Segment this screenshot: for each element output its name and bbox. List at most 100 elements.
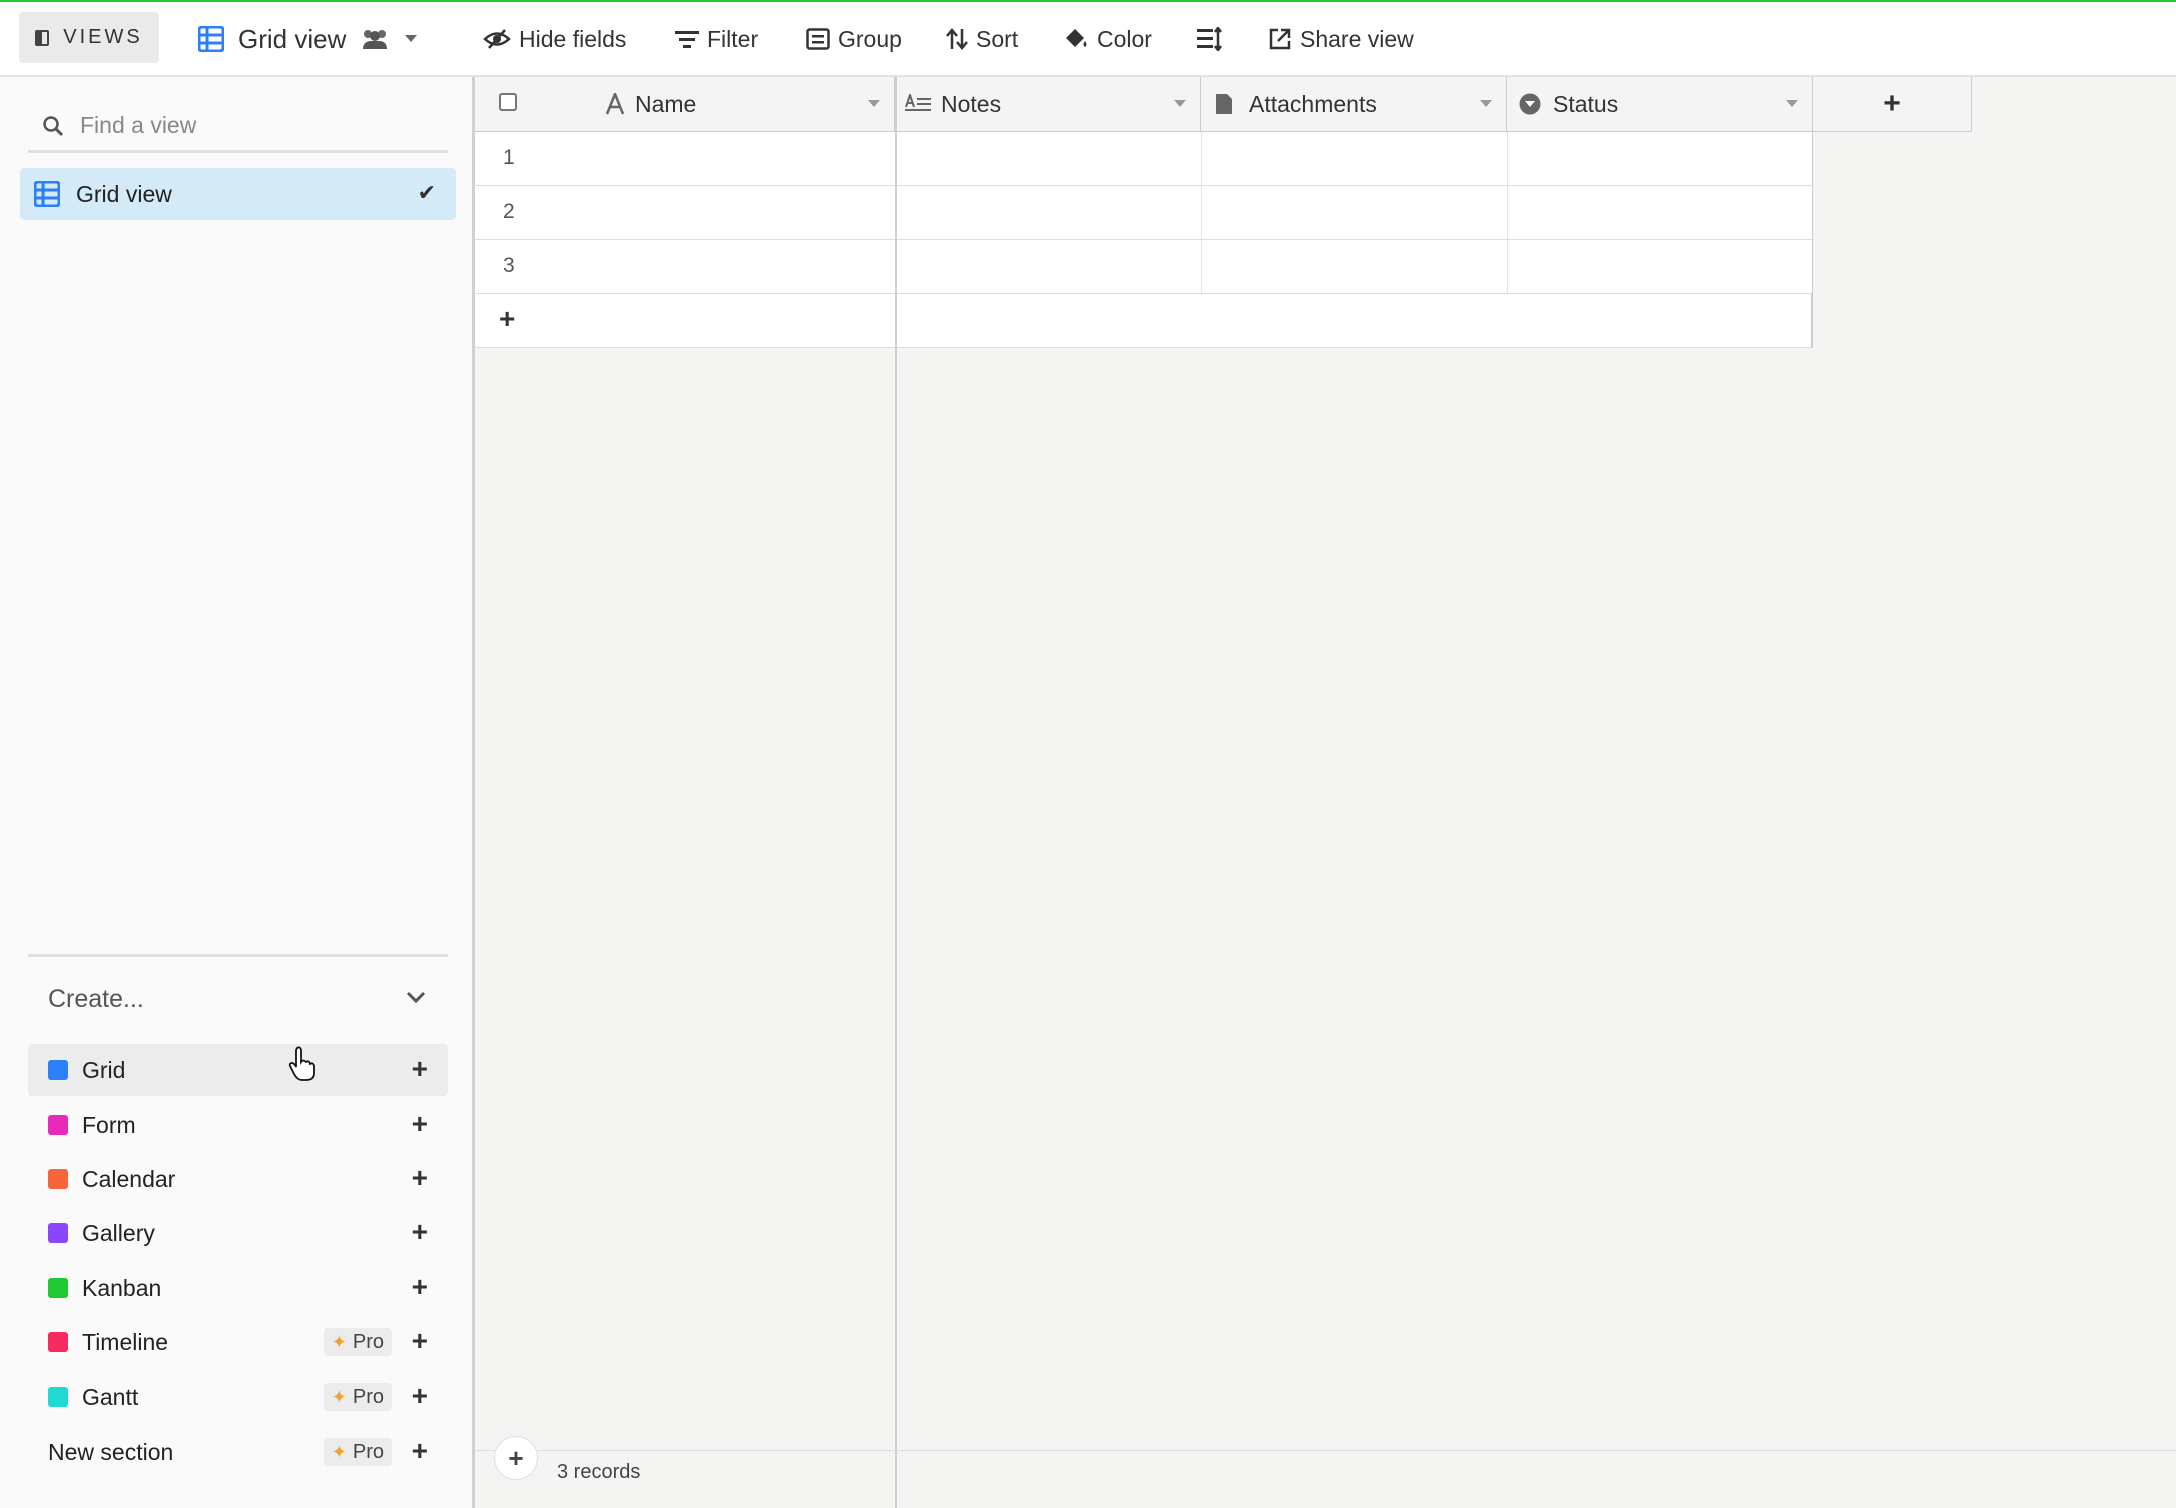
sidebar-toggle-icon: [35, 29, 50, 46]
view-type-label: Grid: [82, 1056, 126, 1083]
row-height-icon: [1197, 27, 1222, 51]
create-form-view[interactable]: Form +: [28, 1099, 448, 1151]
chevron-down-icon[interactable]: [868, 100, 880, 107]
create-new-section[interactable]: New section ✦ Pro +: [28, 1426, 448, 1478]
row-height-button[interactable]: [1197, 14, 1223, 64]
single-select-icon: [1519, 93, 1541, 115]
grid-icon: [48, 1060, 68, 1080]
column-header-status[interactable]: Status: [1507, 77, 1813, 131]
chevron-down-icon: [405, 35, 418, 42]
sort-button[interactable]: Sort: [946, 14, 1018, 64]
table-row[interactable]: 1: [475, 132, 1812, 186]
cell-divider: [1507, 186, 1508, 239]
column-header-attachments[interactable]: Attachments: [1201, 77, 1507, 131]
column-header-notes[interactable]: Notes: [895, 77, 1201, 131]
plus-icon: +: [508, 1442, 524, 1473]
plus-icon[interactable]: +: [412, 1380, 428, 1412]
create-gallery-view[interactable]: Gallery +: [28, 1207, 448, 1259]
frozen-column-divider: [895, 77, 897, 1508]
view-type-label: Calendar: [82, 1165, 176, 1192]
create-kanban-view[interactable]: Kanban +: [28, 1262, 448, 1314]
views-label: VIEWS: [63, 26, 143, 48]
plus-icon[interactable]: +: [412, 1435, 428, 1467]
long-text-icon: [905, 94, 931, 111]
grid-view-icon: [198, 26, 224, 52]
find-view-search[interactable]: Find a view: [28, 101, 448, 153]
pro-badge: ✦ Pro: [323, 1328, 392, 1356]
view-name-dropdown[interactable]: Grid view: [198, 14, 418, 64]
view-type-label: Kanban: [82, 1274, 162, 1301]
hide-fields-button[interactable]: Hide fields: [483, 14, 626, 64]
plus-icon[interactable]: +: [412, 1162, 428, 1194]
view-list-item-grid-view[interactable]: Grid view ✔: [20, 168, 456, 220]
chevron-down-icon[interactable]: [1480, 100, 1492, 107]
column-name-label: Attachments: [1249, 90, 1377, 117]
timeline-icon: [48, 1332, 68, 1352]
chevron-down-icon[interactable]: [404, 985, 428, 1009]
view-type-label: Gallery: [82, 1219, 155, 1246]
plus-icon: +: [1883, 87, 1901, 120]
plus-icon[interactable]: +: [412, 1053, 428, 1085]
sort-label: Sort: [976, 25, 1019, 52]
filter-icon: [675, 31, 699, 48]
cell-divider: [1507, 132, 1508, 185]
create-section-header[interactable]: Create...: [48, 985, 144, 1014]
group-button[interactable]: Group: [806, 14, 902, 64]
share-view-label: Share view: [1300, 25, 1414, 52]
table-row[interactable]: 2: [475, 186, 1812, 240]
grid-right-border: [1812, 132, 1813, 348]
column-name-label: Name: [635, 90, 697, 117]
chevron-down-icon[interactable]: [1174, 100, 1186, 107]
plus-icon[interactable]: +: [412, 1325, 428, 1357]
table-row[interactable]: 3: [475, 240, 1812, 294]
row-number: 2: [503, 200, 515, 223]
summary-bar-divider: [475, 1450, 2176, 1451]
cell-divider: [1507, 240, 1508, 293]
hand-pointer-cursor-icon: [288, 1046, 315, 1081]
view-type-label: New section: [48, 1438, 174, 1465]
create-gantt-view[interactable]: Gantt ✦ Pro +: [28, 1371, 448, 1423]
column-name-label: Status: [1553, 90, 1619, 117]
create-timeline-view[interactable]: Timeline ✦ Pro +: [28, 1316, 448, 1368]
eye-slash-icon: [483, 29, 511, 49]
sparkle-icon: ✦: [331, 1441, 347, 1462]
plus-icon: +: [499, 303, 516, 334]
plus-icon[interactable]: +: [412, 1216, 428, 1248]
add-record-button[interactable]: +: [494, 1436, 538, 1480]
share-external-icon: [1269, 28, 1291, 50]
paint-bucket-icon: [1066, 29, 1087, 47]
add-row-button[interactable]: +: [475, 294, 1812, 348]
cell-divider: [1201, 186, 1202, 239]
color-button[interactable]: Color: [1063, 14, 1152, 64]
gantt-icon: [48, 1387, 68, 1407]
search-icon: [43, 115, 64, 136]
sparkle-icon: ✦: [331, 1331, 347, 1352]
active-view-label: Grid view: [76, 180, 172, 207]
sort-arrows-icon: [946, 28, 968, 50]
column-name-label: Notes: [941, 90, 1002, 117]
view-name: Grid view: [238, 23, 347, 54]
filter-button[interactable]: Filter: [675, 14, 758, 64]
plus-icon[interactable]: +: [412, 1271, 428, 1303]
view-type-label: Form: [82, 1111, 136, 1138]
create-calendar-view[interactable]: Calendar +: [28, 1153, 448, 1205]
gallery-icon: [48, 1223, 68, 1243]
kanban-icon: [48, 1278, 68, 1298]
row-number: 1: [503, 146, 515, 169]
search-input[interactable]: Find a view: [80, 112, 196, 139]
pro-badge: ✦ Pro: [323, 1383, 392, 1411]
select-all-checkbox[interactable]: [499, 93, 517, 111]
document-icon: [1216, 94, 1232, 114]
add-column-button[interactable]: +: [1813, 77, 1972, 131]
plus-icon[interactable]: +: [412, 1108, 428, 1140]
filter-label: Filter: [707, 25, 759, 52]
share-view-button[interactable]: Share view: [1268, 14, 1414, 64]
views-toggle-button[interactable]: VIEWS: [19, 12, 159, 63]
create-grid-view[interactable]: Grid +: [28, 1044, 448, 1096]
group-icon: [806, 28, 830, 50]
views-sidebar: Find a view Grid view ✔ Create... Grid +…: [0, 77, 475, 1508]
chevron-down-icon[interactable]: [1786, 100, 1798, 107]
cell-divider: [1201, 132, 1202, 185]
view-toolbar: VIEWS Grid view Hide fields Filter Group…: [0, 2, 2176, 77]
column-header-name[interactable]: Name: [475, 77, 895, 131]
